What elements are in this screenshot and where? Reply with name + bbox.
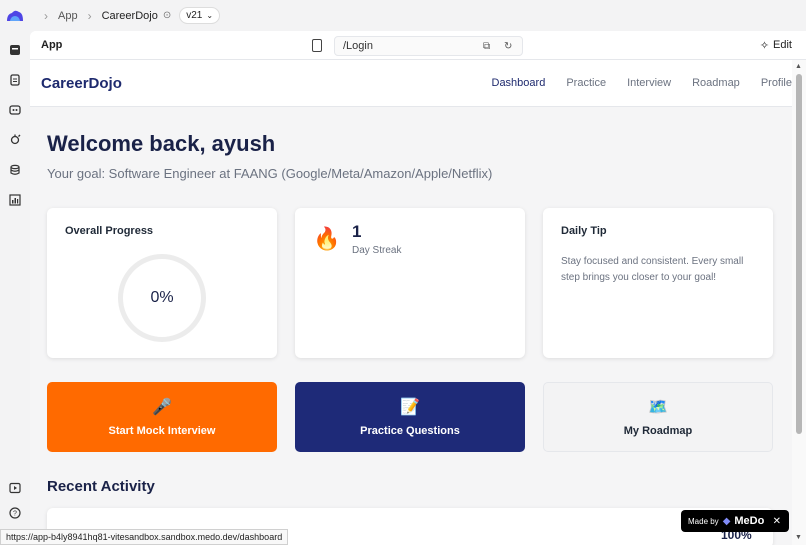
nav-link-profile[interactable]: Profile [761,77,792,89]
medo-logo-icon: ◆ [722,515,731,527]
tip-text: Stay focused and consistent. Every small… [561,256,744,283]
top-bar: › App › CareerDojo ⊙ v21 ⌄ [0,0,806,31]
site-nav: CareerDojo Dashboard Practice Interview Roa… [30,60,792,107]
url-text: /Login [343,40,373,52]
streak-label: Day Streak [352,245,402,256]
microphone-icon: 🎤 [152,399,172,416]
file-icon[interactable] [8,73,22,87]
practice-questions-button[interactable]: 📝 Practice Questions [295,382,525,452]
refresh-icon[interactable]: ↻ [504,41,512,52]
edit-label: Edit [773,39,792,51]
plugin-icon[interactable] [8,133,22,147]
action-label: Practice Questions [360,425,460,437]
action-label: My Roadmap [623,425,693,437]
map-icon: 🗺️ [648,399,668,416]
recent-activity-title: Recent Activity [47,478,155,495]
tip-title: Daily Tip [561,225,607,237]
status-url-bar: https://app-b4ly8941hq81-vitesandbox.san… [0,529,289,545]
url-input[interactable]: /Login ⧉ ↻ [334,36,523,56]
help-icon[interactable]: ? [8,506,22,520]
streak-card: 🔥 1 Day Streak [295,208,525,358]
action-label: Start Mock Interview [108,425,216,437]
database-icon[interactable] [8,163,22,177]
info-icon[interactable]: ⊙ [163,10,171,21]
status-url: https://app-b4ly8941hq81-vitesandbox.san… [6,532,283,542]
memo-icon: 📝 [400,399,420,416]
progress-card: Overall Progress 0% [47,208,277,358]
breadcrumb-app[interactable]: App [58,10,78,22]
progress-value: 0% [150,289,174,306]
brand-logo[interactable]: CareerDojo [41,75,122,92]
progress-ring: 0% [118,254,206,342]
layout-icon[interactable] [8,43,22,57]
streak-count: 1 [352,222,362,241]
close-icon[interactable]: ✕ [773,516,781,527]
scroll-thumb[interactable] [796,74,802,434]
bot-icon[interactable] [8,103,22,117]
nav-link-roadmap[interactable]: Roadmap [692,77,740,89]
my-roadmap-button[interactable]: 🗺️ My Roadmap [543,382,773,452]
chevron-down-icon: ⌄ [206,11,214,20]
open-external-icon[interactable]: ⧉ [483,41,490,52]
fire-icon: 🔥 [313,226,341,251]
edit-button[interactable]: ✧ Edit [760,39,792,52]
analytics-icon[interactable] [8,193,22,207]
nav-links: Dashboard Practice Interview Roadmap Profile [492,77,793,89]
scrollbar[interactable]: ▲ ▼ [792,60,806,545]
svg-text:?: ? [13,511,17,518]
scroll-down-icon[interactable]: ▼ [795,534,802,541]
play-icon[interactable] [8,481,22,495]
version-label: v21 [186,10,203,21]
left-rail: ? [0,31,30,545]
chevron-right-icon: › [87,8,92,23]
app-content: CareerDojo Dashboard Practice Interview Roa… [30,60,792,545]
chevron-right-icon: › [44,8,48,23]
scroll-up-icon[interactable]: ▲ [795,63,802,70]
nav-link-practice[interactable]: Practice [566,77,606,89]
toolbar-app-label: App [41,39,63,51]
progress-title: Overall Progress [65,225,154,237]
welcome-title: Welcome back, ayush [47,131,276,156]
start-mock-interview-button[interactable]: 🎤 Start Mock Interview [47,382,277,452]
nav-link-dashboard[interactable]: Dashboard [492,77,546,89]
breadcrumb-project[interactable]: CareerDojo [102,10,158,22]
device-icon[interactable] [312,39,322,52]
goal-text: Your goal: Software Engineer at FAANG (G… [47,166,493,181]
nav-link-interview[interactable]: Interview [627,77,671,89]
medo-brand: MeDo [734,515,765,527]
tip-card: Daily Tip Stay focused and consistent. E… [543,208,773,358]
made-by-label: Made by [688,516,719,526]
made-by-medo-badge[interactable]: Made by ◆ MeDo ✕ [681,510,789,532]
sparkle-icon: ✧ [759,39,770,52]
preview-frame: App /Login ⧉ ↻ ✧ Edit CareerDojo Dashboa… [30,31,806,545]
app-logo-icon[interactable] [6,9,24,23]
preview-toolbar: App /Login ⧉ ↻ ✧ Edit [30,31,806,60]
version-dropdown[interactable]: v21 ⌄ [179,7,221,24]
